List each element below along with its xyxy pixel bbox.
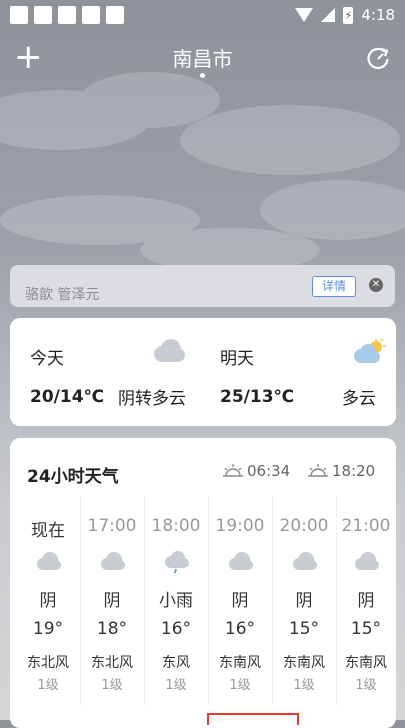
hourly-list[interactable]: 现在 阴 19° 东北风 1级 17:00 阴 18° 东北风 1级 18:00… — [16, 496, 396, 706]
notification-icons — [10, 6, 124, 24]
hour-time: 20:00 — [279, 516, 329, 536]
hour-condition: 阴 — [295, 591, 313, 611]
sunset-time: 18:20 — [332, 462, 376, 480]
day-temp: 25/13℃ — [220, 387, 295, 407]
hour-time: 17:00 — [87, 516, 137, 536]
day-desc: 阴转多云 — [118, 389, 186, 409]
day-today[interactable]: 今天 20/14℃ 阴转多云 — [10, 318, 200, 426]
day-temp: 20/14℃ — [30, 387, 105, 407]
clock: 4:18 — [361, 6, 395, 24]
hour-condition: 阴 — [39, 591, 57, 611]
hour-time: 18:00 — [151, 516, 201, 536]
sunset-icon — [308, 464, 328, 477]
hour-wind: 东南风 — [345, 655, 387, 671]
notification-icon — [82, 6, 100, 24]
day-name: 今天 — [30, 349, 64, 369]
cloud-icon — [154, 339, 185, 362]
notification-icon — [106, 6, 124, 24]
hour-wind-level: 1级 — [165, 678, 187, 693]
hour-time: 19:00 — [215, 516, 265, 536]
refresh-icon[interactable] — [365, 46, 391, 72]
status-bar: ⚡ 4:18 — [0, 0, 405, 32]
day-name: 明天 — [220, 349, 254, 369]
hour-wind: 东南风 — [283, 655, 325, 671]
hour-condition: 阴 — [103, 591, 121, 611]
city-title: 南昌市 — [172, 47, 233, 71]
bottom-tab-highlight[interactable] — [207, 713, 299, 725]
hour-wind: 东南风 — [219, 655, 261, 671]
hourly-forecast-card[interactable]: 24小时天气 06:34 18:20 现在 阴 19° 东北风 1级 17:00… — [10, 438, 396, 728]
hour-temp: 15° — [350, 619, 382, 639]
daily-forecast-card[interactable]: 今天 20/14℃ 阴转多云 明天 25/13℃ 多云 — [10, 318, 396, 426]
hour-item[interactable]: 21:00 阴 15° 东南风 1级 — [336, 496, 396, 706]
alert-detail-button[interactable]: 详情 — [312, 276, 356, 297]
cloud-icon — [101, 552, 125, 570]
hour-temp: 16° — [224, 619, 256, 639]
hour-wind: 东北风 — [91, 655, 133, 671]
hour-temp: 16° — [160, 619, 192, 639]
cloud-icon — [37, 552, 61, 570]
hour-wind-level: 1级 — [37, 678, 59, 693]
hour-item[interactable]: 现在 阴 19° 东北风 1级 — [16, 496, 81, 706]
hour-wind: 东北风 — [27, 655, 69, 671]
notification-icon — [10, 6, 28, 24]
day-desc: 多云 — [342, 389, 376, 409]
notification-icon — [34, 6, 52, 24]
cloud-icon — [355, 552, 379, 570]
page-indicator — [200, 73, 205, 78]
hour-temp: 19° — [32, 619, 64, 639]
hour-wind-level: 1级 — [355, 678, 377, 693]
notification-icon — [58, 6, 76, 24]
sunrise-icon — [223, 464, 243, 477]
day-tomorrow[interactable]: 明天 25/13℃ 多云 — [200, 318, 390, 426]
hour-wind: 东风 — [162, 655, 190, 671]
hour-condition: 阴 — [357, 591, 375, 611]
hour-temp: 18° — [96, 619, 128, 639]
hour-time: 21:00 — [341, 516, 391, 536]
cloud-icon — [229, 552, 253, 570]
hour-item[interactable]: 20:00 阴 15° 东南风 1级 — [272, 496, 337, 706]
alert-text: 骆歆 管泽元 — [25, 287, 100, 303]
sunset: 18:20 — [307, 462, 375, 480]
hour-condition: 小雨 — [159, 591, 193, 611]
alert-banner[interactable]: 骆歆 管泽元 详情 ✕ — [10, 265, 395, 307]
hour-condition: 阴 — [231, 591, 249, 611]
hour-wind-level: 1级 — [229, 678, 251, 693]
hour-time: 现在 — [31, 521, 65, 541]
wifi-icon — [295, 8, 314, 22]
hour-wind-level: 1级 — [101, 678, 123, 693]
hour-wind-level: 1级 — [293, 678, 315, 693]
hour-item[interactable]: 17:00 阴 18° 东北风 1级 — [80, 496, 145, 706]
sunrise-time: 06:34 — [247, 462, 291, 480]
sunrise: 06:34 — [222, 462, 290, 480]
hour-temp: 15° — [288, 619, 320, 639]
hour-item[interactable]: 19:00 阴 16° 东南风 1级 — [208, 496, 273, 706]
light-rain-icon — [165, 551, 189, 574]
partly-sunny-icon — [354, 338, 386, 363]
signal-icon — [321, 8, 336, 22]
cloud-icon — [293, 552, 317, 570]
close-icon[interactable]: ✕ — [369, 278, 383, 292]
hour-item[interactable]: 18:00 小雨 16° 东风 1级 — [144, 496, 209, 706]
battery-icon: ⚡ — [343, 6, 354, 24]
hourly-title: 24小时天气 — [27, 467, 119, 487]
